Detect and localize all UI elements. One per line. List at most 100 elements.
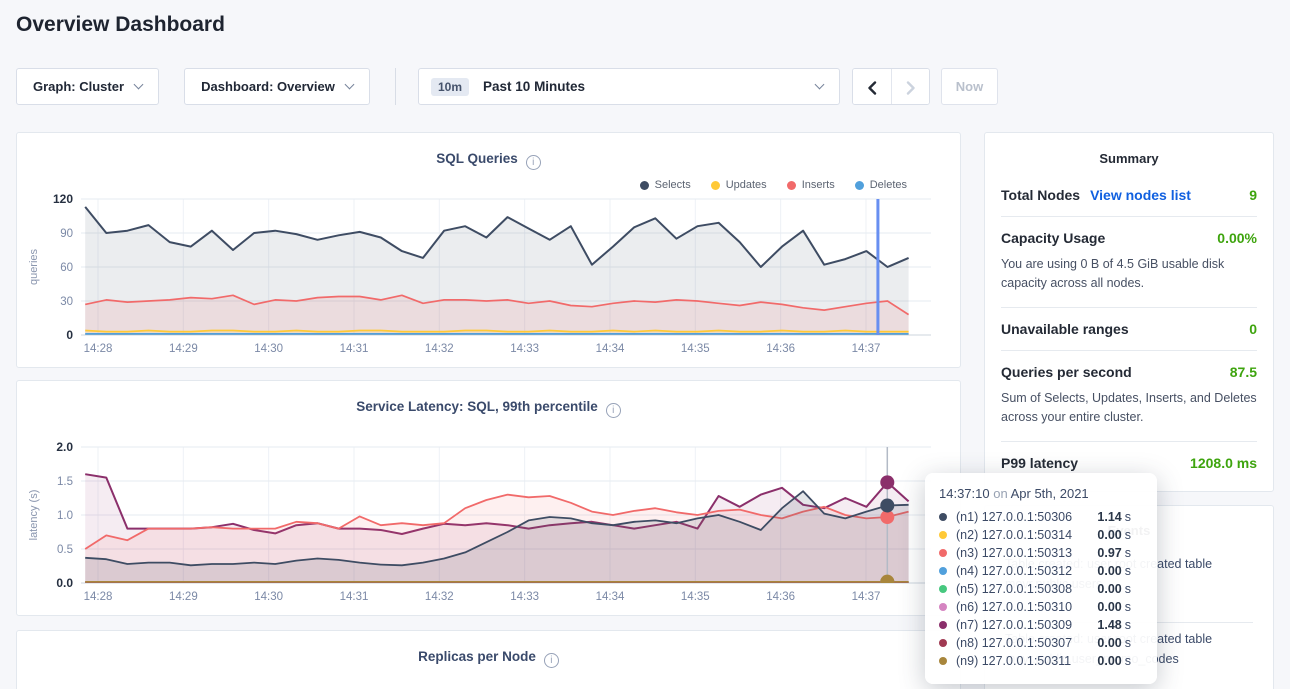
sql-queries-panel: SQL Queriesi SelectsUpdatesInsertsDelete… [16, 132, 961, 368]
overview-dashboard-page: Overview Dashboard Graph: Cluster Dashbo… [0, 0, 1290, 689]
toolbar: Graph: Cluster Dashboard: Overview 10m P… [0, 68, 1290, 105]
node-address: (n3) 127.0.0.1:50313 [956, 546, 1072, 560]
page-title: Overview Dashboard [16, 13, 225, 37]
chevron-down-icon [134, 80, 144, 90]
unavailable-ranges-value: 0 [1249, 321, 1257, 337]
latency-unit: s [1125, 636, 1131, 650]
divider [1001, 441, 1257, 442]
capacity-value: 0.00% [1217, 230, 1257, 246]
dashboard-dropdown[interactable]: Dashboard: Overview [184, 68, 370, 105]
svg-text:14:34: 14:34 [596, 591, 625, 603]
time-range-badge: 10m [431, 78, 469, 96]
hover-dot [880, 475, 894, 489]
now-button[interactable]: Now [941, 68, 998, 105]
summary-row-qps: Queries per second 87.5 [1001, 355, 1257, 389]
graph-dropdown[interactable]: Graph: Cluster [16, 68, 159, 105]
time-range-selector[interactable]: 10m Past 10 Minutes [418, 68, 840, 105]
svg-text:14:33: 14:33 [510, 343, 539, 355]
capacity-description: You are using 0 B of 4.5 GiB usable disk… [1001, 255, 1257, 303]
svg-text:0.5: 0.5 [57, 544, 73, 556]
latency-unit: s [1125, 546, 1131, 560]
view-nodes-list-link[interactable]: View nodes list [1090, 187, 1191, 203]
svg-text:90: 90 [60, 228, 73, 240]
latency-unit: s [1125, 618, 1131, 632]
svg-text:14:37: 14:37 [852, 591, 881, 603]
latency-unit: s [1125, 528, 1131, 542]
node-latency-value: 0.97s [1097, 546, 1143, 560]
svg-text:14:30: 14:30 [254, 591, 283, 603]
node-latency-value: 0.00s [1097, 582, 1143, 596]
chart-title: Replicas per Nodei [17, 649, 960, 668]
svg-text:14:35: 14:35 [681, 591, 710, 603]
chevron-left-icon [867, 81, 877, 95]
tooltip-node-row: (n2) 127.0.0.1:50314 0.00s [939, 526, 1143, 544]
hover-dot [880, 498, 894, 512]
node-latency-value: 0.00s [1097, 564, 1143, 578]
latency-unit: s [1125, 582, 1131, 596]
service-latency-panel: Service Latency: SQL, 99th percentilei 1… [16, 380, 961, 616]
time-pager [852, 68, 930, 105]
node-address: (n4) 127.0.0.1:50312 [956, 564, 1072, 578]
node-address: (n5) 127.0.0.1:50308 [956, 582, 1072, 596]
node-address: (n7) 127.0.0.1:50309 [956, 618, 1072, 632]
chevron-right-icon [906, 81, 916, 95]
svg-text:14:31: 14:31 [340, 591, 369, 603]
svg-text:14:29: 14:29 [169, 591, 198, 603]
chart-hover-tooltip: 14:37:10 on Apr 5th, 2021 (n1) 127.0.0.1… [925, 473, 1157, 684]
tooltip-node-row: (n1) 127.0.0.1:503061.14s [939, 508, 1143, 526]
svg-text:1.5: 1.5 [57, 476, 73, 488]
svg-text:latency (s): latency (s) [28, 490, 40, 541]
divider [1001, 350, 1257, 351]
node-latency-value: 0.00s [1097, 528, 1143, 542]
svg-text:14:36: 14:36 [766, 591, 795, 603]
svg-text:14:31: 14:31 [340, 343, 369, 355]
chevron-down-icon [815, 80, 825, 90]
chevron-down-icon [344, 80, 354, 90]
summary-title: Summary [985, 133, 1273, 178]
toolbar-divider [395, 68, 396, 105]
node-address: (n2) 127.0.0.1:50314 [956, 528, 1072, 542]
latency-unit: s [1125, 654, 1131, 668]
node-color-dot-icon [939, 639, 947, 647]
node-address: (n8) 127.0.0.1:50307 [956, 636, 1072, 650]
summary-panel: Summary Total Nodes View nodes list 9 Ca… [984, 132, 1274, 492]
node-color-dot-icon [939, 531, 947, 539]
node-latency-value: 1.48s [1097, 618, 1143, 632]
tooltip-node-row: (n4) 127.0.0.1:50312 0.00s [939, 562, 1143, 580]
svg-text:120: 120 [53, 192, 73, 206]
qps-value: 87.5 [1230, 364, 1257, 380]
svg-text:14:35: 14:35 [681, 343, 710, 355]
svg-text:14:33: 14:33 [510, 591, 539, 603]
tooltip-node-row: (n6) 127.0.0.1:50310 0.00s [939, 598, 1143, 616]
p99-value: 1208.0 ms [1190, 455, 1257, 471]
tooltip-node-row: (n8) 127.0.0.1:503070.00s [939, 634, 1143, 652]
svg-text:queries: queries [28, 248, 40, 285]
node-latency-value: 1.14s [1097, 510, 1143, 524]
info-icon[interactable]: i [544, 653, 559, 668]
node-latency-value: 0.00s [1097, 654, 1143, 668]
svg-text:14:28: 14:28 [84, 343, 113, 355]
summary-row-capacity: Capacity Usage 0.00% [1001, 221, 1257, 255]
tooltip-timestamp: 14:37:10 on Apr 5th, 2021 [939, 486, 1143, 501]
time-prev-button[interactable] [853, 69, 891, 105]
tooltip-node-row: (n7) 127.0.0.1:50309 1.48s [939, 616, 1143, 634]
qps-description: Sum of Selects, Updates, Inserts, and De… [1001, 389, 1257, 437]
svg-text:14:37: 14:37 [852, 343, 881, 355]
graph-dropdown-label: Graph: Cluster [33, 79, 124, 94]
tooltip-node-row: (n9) 127.0.0.1:503110.00s [939, 652, 1143, 670]
svg-text:14:32: 14:32 [425, 343, 454, 355]
node-latency-value: 0.00s [1097, 600, 1143, 614]
node-address: (n6) 127.0.0.1:50310 [956, 600, 1072, 614]
node-color-dot-icon [939, 603, 947, 611]
tooltip-node-row: (n3) 127.0.0.1:50313 0.97s [939, 544, 1143, 562]
svg-text:14:29: 14:29 [169, 343, 198, 355]
service-latency-chart[interactable]: 14:2814:2914:3014:3114:3214:3314:3414:35… [17, 381, 960, 614]
series-line-updates [85, 331, 908, 332]
node-color-dot-icon [939, 621, 947, 629]
divider [1001, 307, 1257, 308]
node-color-dot-icon [939, 513, 947, 521]
sql-queries-chart[interactable]: 14:2814:2914:3014:3114:3214:3314:3414:35… [17, 133, 960, 366]
node-color-dot-icon [939, 567, 947, 575]
time-next-button[interactable] [891, 69, 929, 105]
dashboard-dropdown-label: Dashboard: Overview [201, 79, 335, 94]
